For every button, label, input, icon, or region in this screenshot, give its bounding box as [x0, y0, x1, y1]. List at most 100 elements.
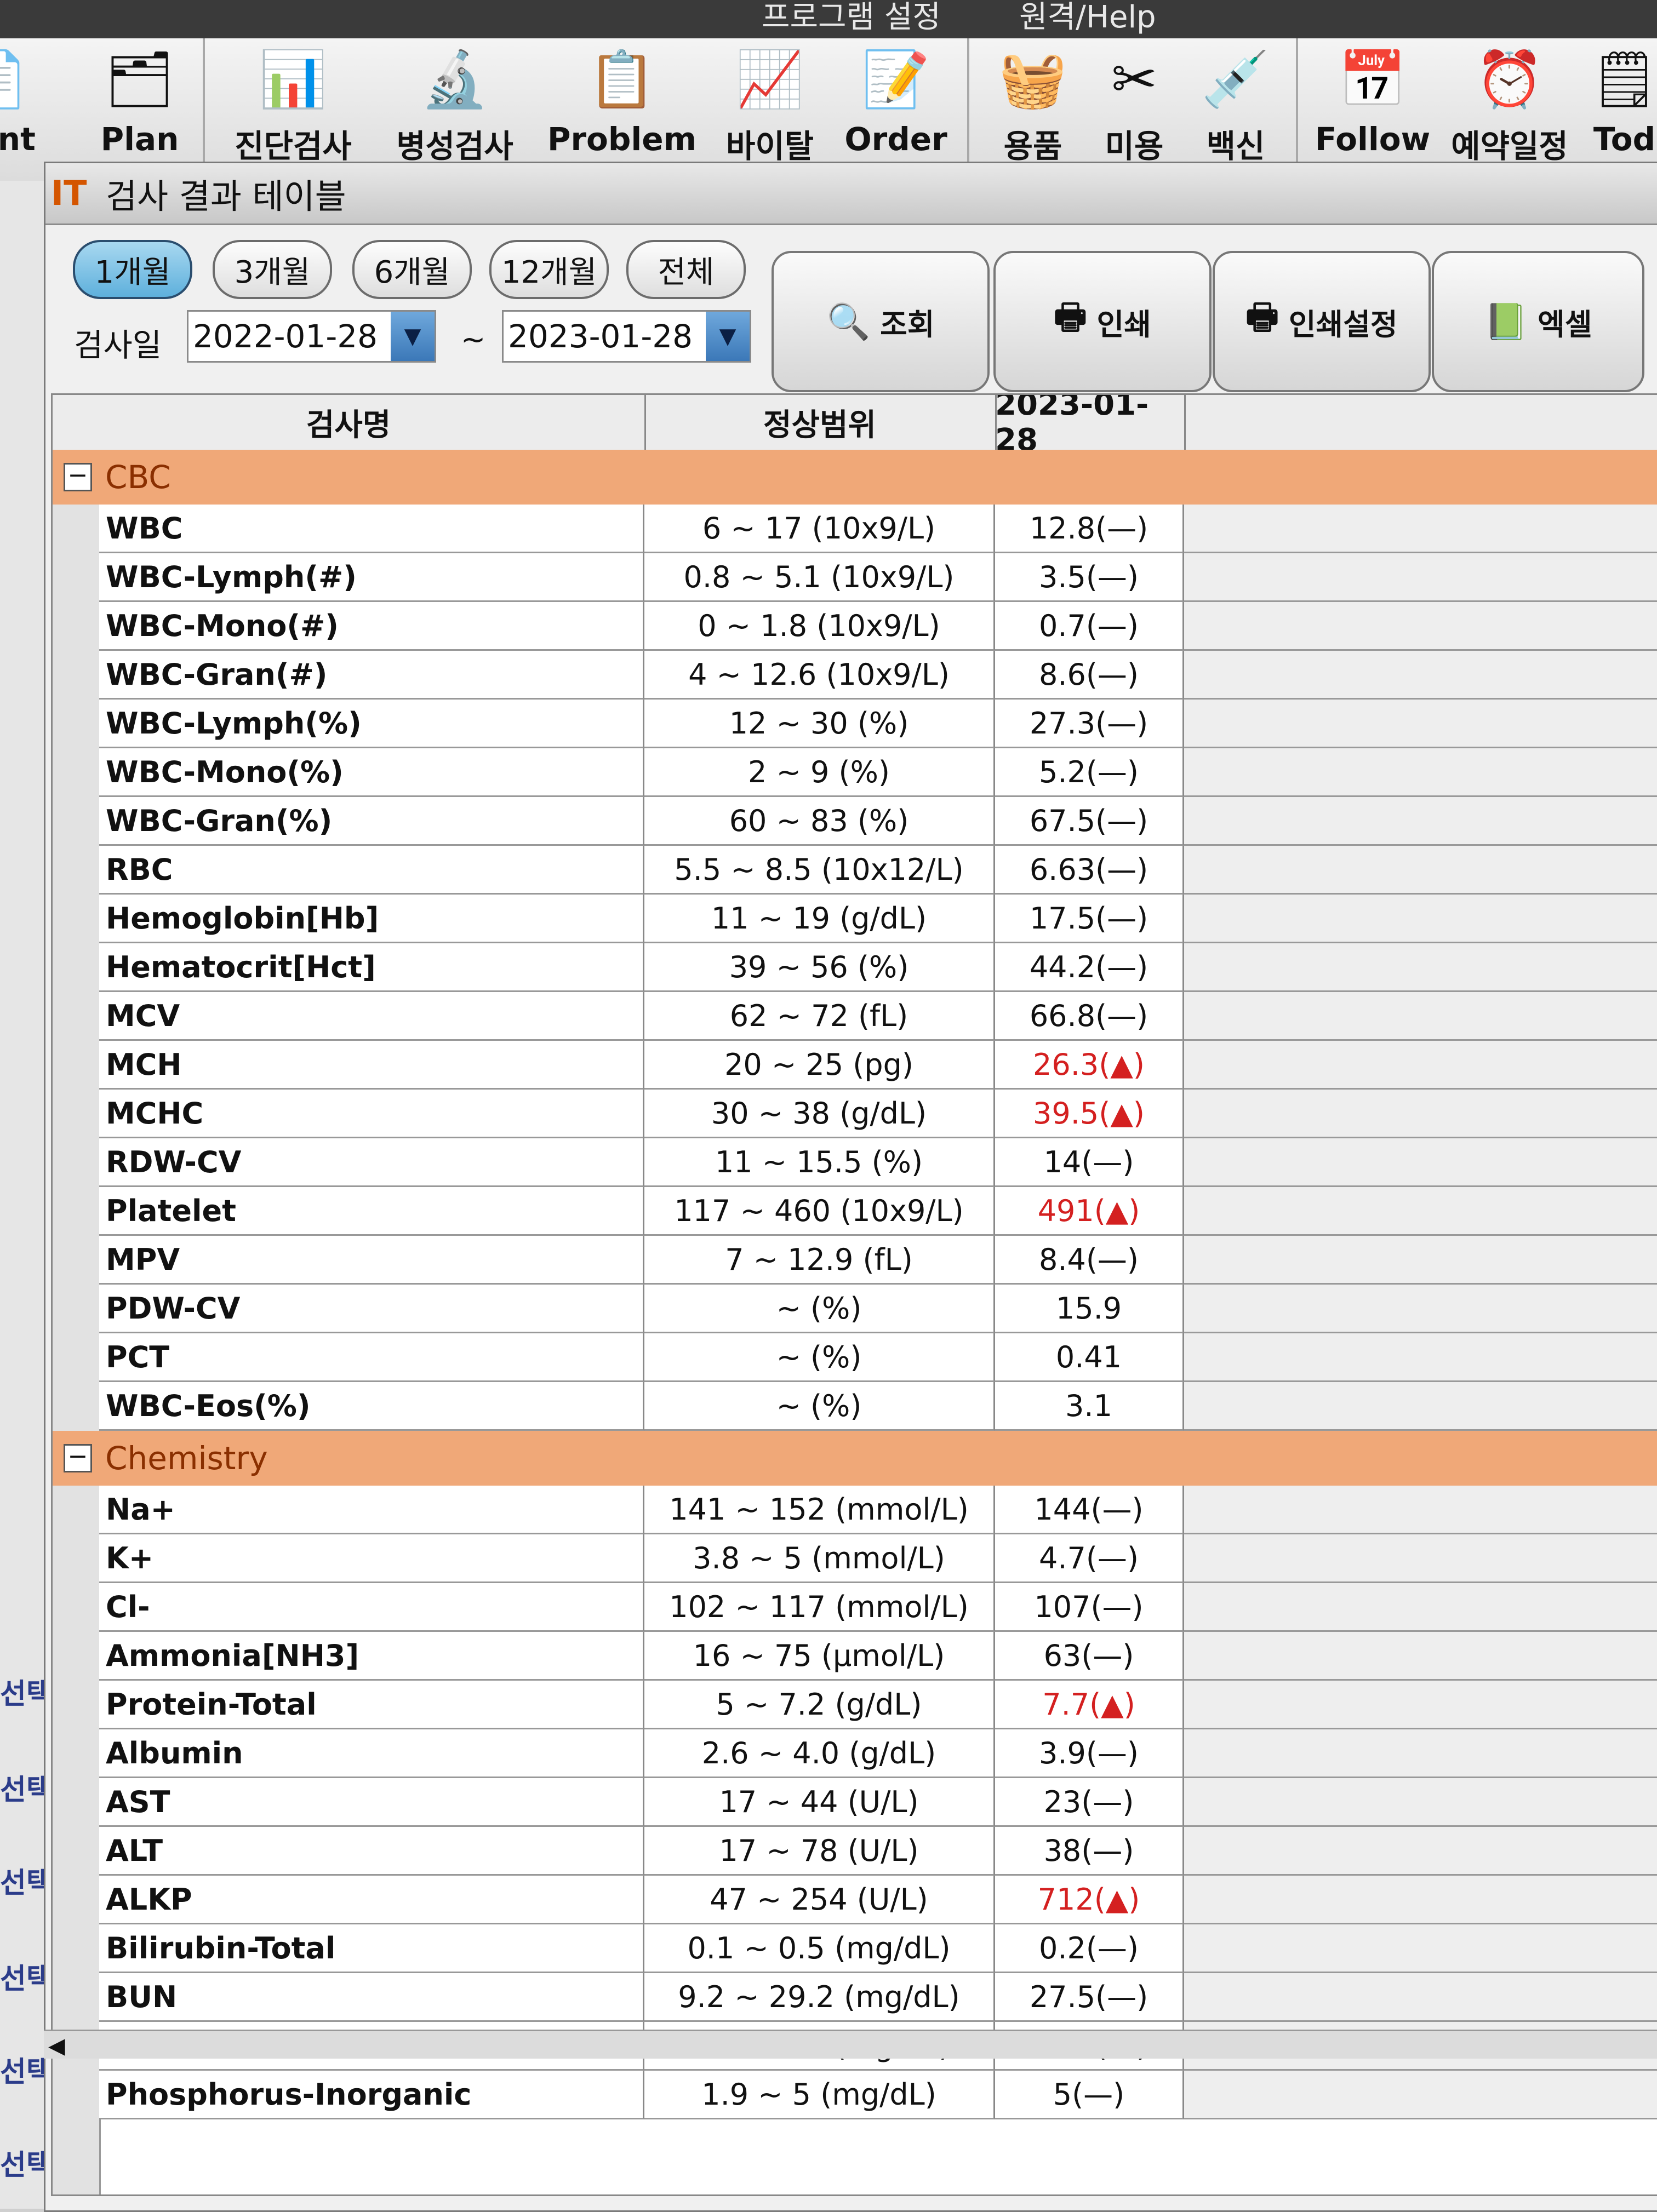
normal-range-cell: 9.2 ~ 29.2 (mg/dL): [644, 1973, 995, 2022]
table-row[interactable]: Na+ 141 ~ 152 (mmol/L) 144(—): [53, 1486, 1657, 1534]
table-row[interactable]: Cl- 102 ~ 117 (mmol/L) 107(—): [53, 1583, 1657, 1632]
table-row[interactable]: MCV 62 ~ 72 (fL) 66.8(—): [53, 992, 1657, 1041]
test-name-cell: PCT: [99, 1333, 644, 1382]
normal-range-cell: 17 ~ 44 (U/L): [644, 1778, 995, 1827]
toolbar-button-order[interactable]: 📝 Order: [841, 38, 951, 178]
table-row[interactable]: RBC 5.5 ~ 8.5 (10x12/L) 6.63(—): [53, 846, 1657, 895]
period-1-month-button[interactable]: 1개월: [73, 240, 192, 299]
empty-cell: [1184, 1236, 1657, 1285]
result-value-cell: 3.5(—): [995, 553, 1184, 602]
excel-export-button[interactable]: 📗 엑셀: [1432, 251, 1644, 392]
table-row[interactable]: WBC-Gran(#) 4 ~ 12.6 (10x9/L) 8.6(—): [53, 651, 1657, 700]
toolbar-button-todo[interactable]: 🗒 Tod: [1592, 38, 1657, 178]
table-row[interactable]: WBC 6 ~ 17 (10x9/L) 12.8(—): [53, 505, 1657, 553]
table-row[interactable]: WBC-Mono(#) 0 ~ 1.8 (10x9/L) 0.7(—): [53, 602, 1657, 651]
toolbar-button-problem[interactable]: 📋 Problem: [547, 38, 696, 178]
table-row[interactable]: Hemoglobin[Hb] 11 ~ 19 (g/dL) 17.5(—): [53, 895, 1657, 943]
dialog-titlebar[interactable]: IT 검사 결과 테이블: [45, 163, 1657, 225]
basket-icon: 🧺: [998, 47, 1067, 111]
table-row[interactable]: ALKP 47 ~ 254 (U/L) 712(▲): [53, 1876, 1657, 1924]
table-row[interactable]: WBC-Lymph(%) 12 ~ 30 (%) 27.3(—): [53, 700, 1657, 748]
collapse-toggle-icon[interactable]: −: [64, 1444, 92, 1472]
empty-cell: [1184, 992, 1657, 1041]
normal-range-cell: 0.1 ~ 0.5 (mg/dL): [644, 1924, 995, 1973]
empty-cell: [1184, 1924, 1657, 1973]
chevron-down-icon[interactable]: ▼: [706, 312, 750, 361]
toolbar-button-grooming[interactable]: ✂ 미용: [1079, 38, 1189, 178]
normal-range-cell: 47 ~ 254 (U/L): [644, 1876, 995, 1924]
chevron-down-icon[interactable]: ▼: [391, 312, 435, 361]
table-row[interactable]: PDW-CV ~ (%) 15.9: [53, 1285, 1657, 1333]
toolbar-button-diagnostic-test[interactable]: 📊 진단검사: [235, 38, 351, 178]
result-value-cell: 107(—): [995, 1583, 1184, 1632]
table-row[interactable]: BUN 9.2 ~ 29.2 (mg/dL) 27.5(—): [53, 1973, 1657, 2022]
menubar: 프로그램 설정 원격/Help: [0, 0, 1657, 38]
normal-range-cell: 2.6 ~ 4.0 (g/dL): [644, 1729, 995, 1778]
table-row[interactable]: Albumin 2.6 ~ 4.0 (g/dL) 3.9(—): [53, 1729, 1657, 1778]
normal-range-cell: 11 ~ 15.5 (%): [644, 1138, 995, 1187]
table-row[interactable]: AST 17 ~ 44 (U/L) 23(—): [53, 1778, 1657, 1827]
date-from-picker[interactable]: 2022-01-28 ▼: [187, 310, 436, 363]
toolbar-button-follow[interactable]: 📅 Follow: [1315, 38, 1430, 178]
normal-range-cell: 2 ~ 9 (%): [644, 748, 995, 797]
result-value-cell: 26.3(▲): [995, 1041, 1184, 1090]
table-row[interactable]: Hematocrit[Hct] 39 ~ 56 (%) 44.2(—): [53, 943, 1657, 992]
toolbar-button-supplies[interactable]: 🧺 용품: [978, 38, 1088, 178]
empty-cell: [1184, 1187, 1657, 1236]
result-value-cell: 38(—): [995, 1827, 1184, 1876]
table-row[interactable]: MPV 7 ~ 12.9 (fL) 8.4(—): [53, 1236, 1657, 1285]
toolbar-button-vaccine[interactable]: 💉 백신: [1181, 38, 1290, 178]
group-name: CBC: [105, 459, 171, 496]
menu-remote-help[interactable]: 원격/Help: [1019, 0, 1156, 37]
table-row[interactable]: RDW-CV 11 ~ 15.5 (%) 14(—): [53, 1138, 1657, 1187]
result-value-cell: 0.41: [995, 1333, 1184, 1382]
table-row[interactable]: WBC-Gran(%) 60 ~ 83 (%) 67.5(—): [53, 797, 1657, 846]
grid-header: 검사명 정상범위 2023-01-28: [53, 395, 1657, 458]
print-button[interactable]: 🖶 인쇄: [993, 251, 1212, 392]
table-row[interactable]: WBC-Mono(%) 2 ~ 9 (%) 5.2(—): [53, 748, 1657, 797]
plan-icon: 🗂: [105, 47, 175, 111]
toolbar-group-2: 📊 진단검사 🔬 병성검사 📋 Problem 📈 바이탈 📝 Order: [205, 38, 969, 178]
print-settings-button[interactable]: 🖶 인쇄설정: [1213, 251, 1431, 392]
table-row[interactable]: MCH 20 ~ 25 (pg) 26.3(▲): [53, 1041, 1657, 1090]
collapse-toggle-icon[interactable]: −: [64, 463, 92, 491]
period-12-month-button[interactable]: 12개월: [489, 240, 609, 299]
scroll-left-arrow-icon[interactable]: ◀: [48, 2033, 65, 2059]
period-6-month-button[interactable]: 6개월: [352, 240, 472, 299]
empty-cell: [1184, 1876, 1657, 1924]
toolbar-button-vital[interactable]: 📈 바이탈: [715, 38, 825, 178]
empty-cell: [1184, 1138, 1657, 1187]
table-row[interactable]: WBC-Eos(%) ~ (%) 3.1: [53, 1382, 1657, 1431]
test-name-cell: ALT: [99, 1827, 644, 1876]
header-test-name[interactable]: 검사명: [53, 395, 646, 450]
toolbar-button-appointments[interactable]: ⏰ 예약일정: [1451, 38, 1568, 178]
toolbar-button-management[interactable]: 📄 nent: [0, 38, 49, 178]
table-row[interactable]: Protein-Total 5 ~ 7.2 (g/dL) 7.7(▲): [53, 1681, 1657, 1729]
test-name-cell: BUN: [99, 1973, 644, 2022]
horizontal-scrollbar[interactable]: ◀: [44, 2030, 1657, 2059]
test-name-cell: WBC-Gran(%): [99, 797, 644, 846]
search-button[interactable]: 🔍 조회: [772, 251, 990, 392]
empty-cell: [1184, 748, 1657, 797]
period-3-month-button[interactable]: 3개월: [213, 240, 332, 299]
table-row[interactable]: Phosphorus-Inorganic 1.9 ~ 5 (mg/dL) 5(—): [53, 2071, 1657, 2119]
menu-program-settings[interactable]: 프로그램 설정: [762, 0, 941, 37]
table-row[interactable]: Bilirubin-Total 0.1 ~ 0.5 (mg/dL) 0.2(—): [53, 1924, 1657, 1973]
date-to-picker[interactable]: 2023-01-28 ▼: [502, 310, 751, 363]
table-row[interactable]: MCHC 30 ~ 38 (g/dL) 39.5(▲): [53, 1090, 1657, 1138]
result-value-cell: 27.5(—): [995, 1973, 1184, 2022]
empty-cell: [1184, 1333, 1657, 1382]
toolbar-button-plan[interactable]: 🗂 Plan: [85, 38, 195, 178]
table-row[interactable]: Platelet 117 ~ 460 (10x9/L) 491(▲): [53, 1187, 1657, 1236]
table-row[interactable]: PCT ~ (%) 0.41: [53, 1333, 1657, 1382]
header-result-date[interactable]: 2023-01-28: [995, 395, 1186, 458]
empty-cell: [1184, 1382, 1657, 1431]
period-all-button[interactable]: 전체: [626, 240, 746, 299]
table-row[interactable]: WBC-Lymph(#) 0.8 ~ 5.1 (10x9/L) 3.5(—): [53, 553, 1657, 602]
result-value-cell: 491(▲): [995, 1187, 1184, 1236]
table-row[interactable]: K+ 3.8 ~ 5 (mmol/L) 4.7(—): [53, 1534, 1657, 1583]
table-row[interactable]: Ammonia[NH3] 16 ~ 75 (μmol/L) 63(—): [53, 1632, 1657, 1681]
header-normal-range[interactable]: 정상범위: [644, 395, 997, 450]
table-row[interactable]: ALT 17 ~ 78 (U/L) 38(—): [53, 1827, 1657, 1876]
toolbar-button-pathology-test[interactable]: 🔬 병성검사: [396, 38, 513, 178]
